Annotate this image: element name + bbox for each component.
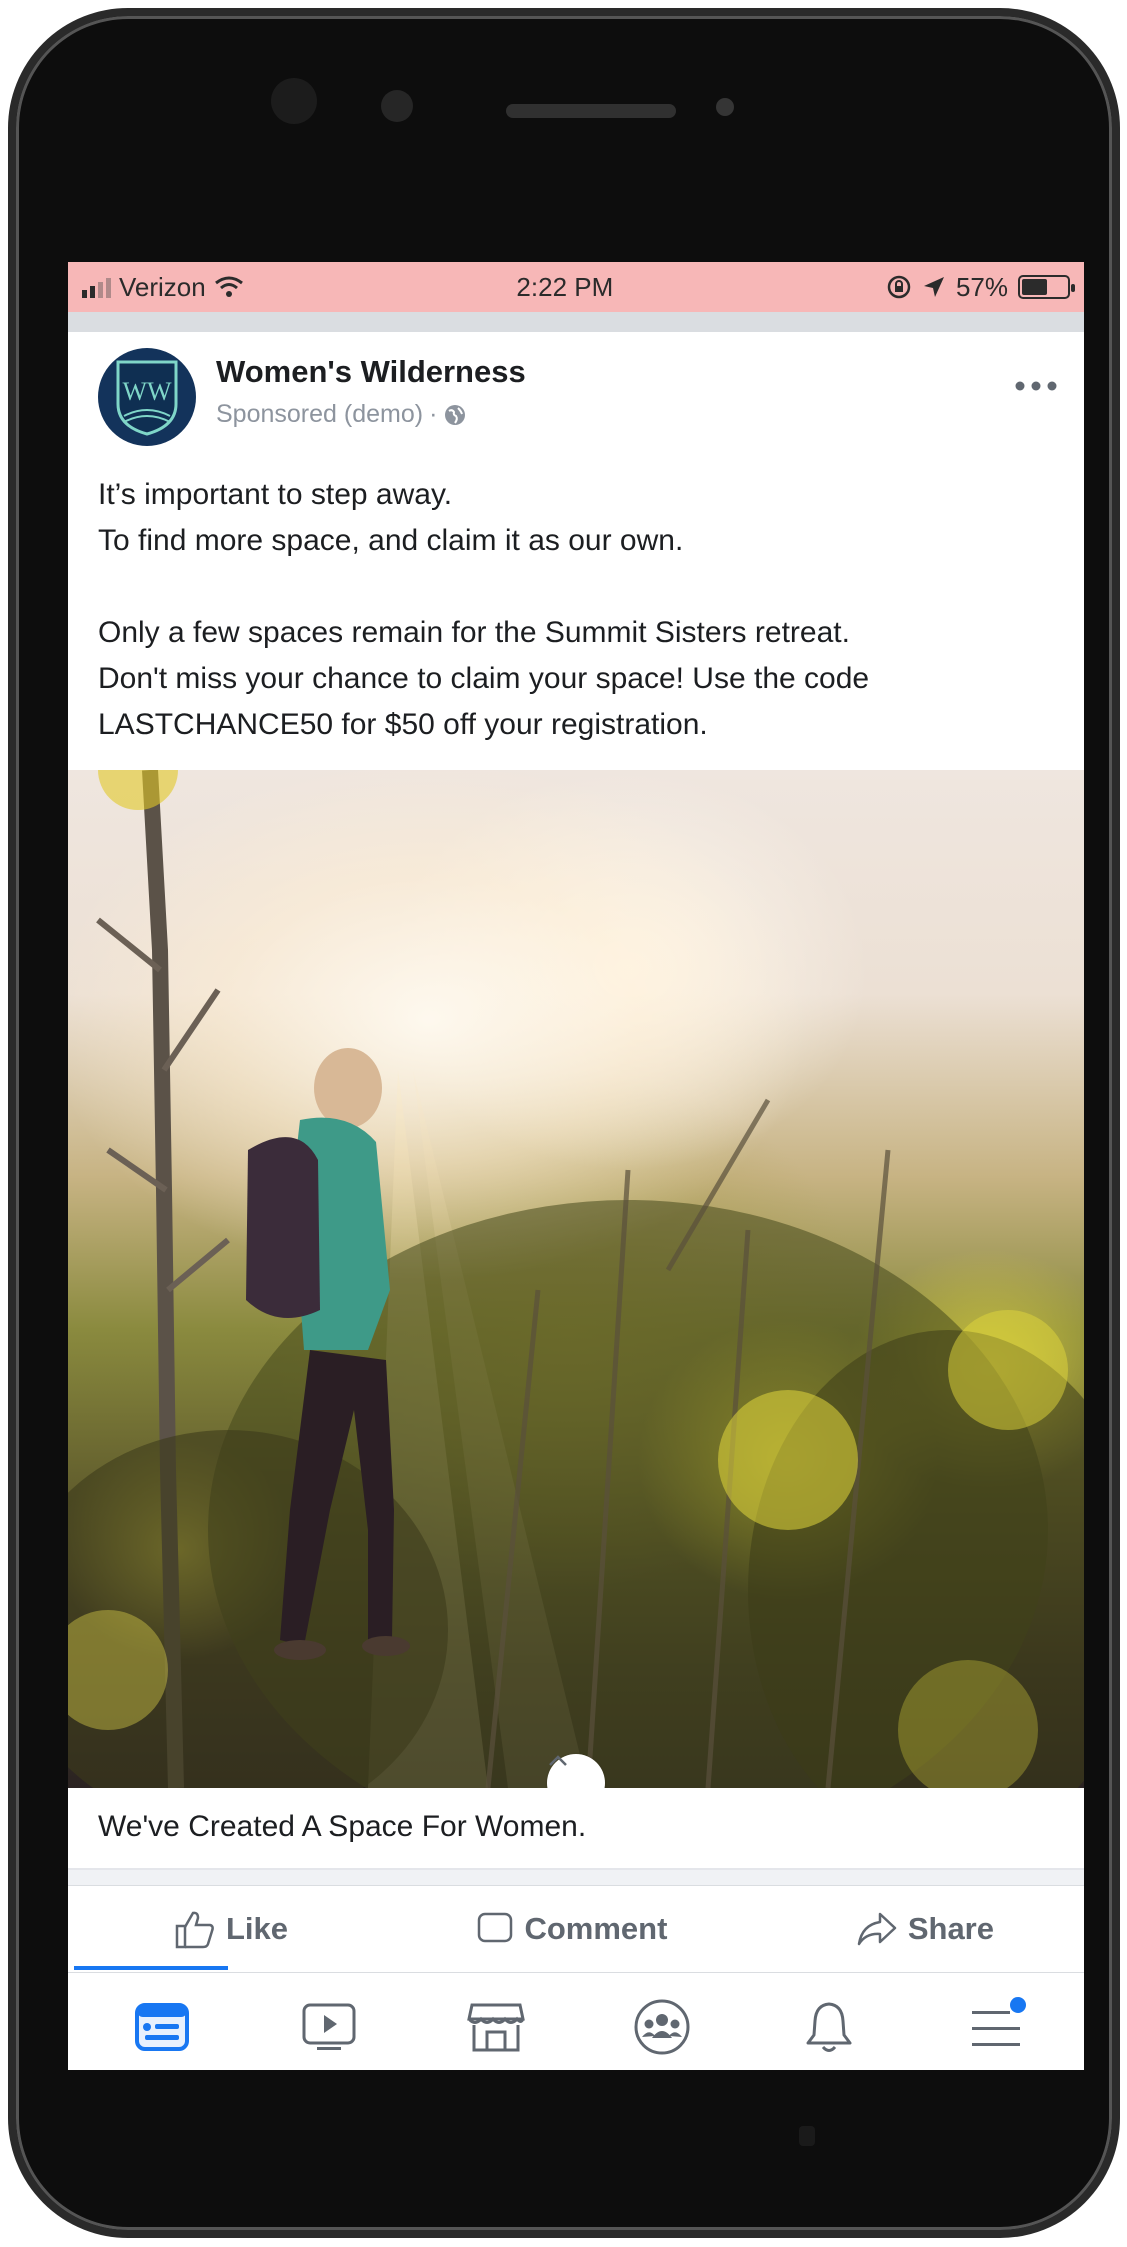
- status-time: 2:22 PM: [516, 271, 614, 302]
- page-name[interactable]: Women's Wilderness: [216, 354, 526, 390]
- carrier-name: Verizon: [119, 271, 206, 302]
- signal-strength-icon: [82, 276, 111, 298]
- globe-icon: [445, 404, 466, 425]
- tab-notifications[interactable]: [793, 1991, 865, 2063]
- post-photo[interactable]: [68, 770, 1084, 1788]
- status-left: Verizon: [82, 272, 244, 303]
- feed-separator: [68, 312, 1084, 332]
- meta-separator: ·: [429, 400, 438, 428]
- like-label: Like: [226, 1911, 289, 1946]
- sponsored-row: Sponsored (demo) ·: [216, 400, 526, 429]
- more-dots-icon: [1015, 381, 1057, 391]
- wifi-icon: [214, 276, 243, 297]
- active-tab-indicator: [74, 1966, 228, 1970]
- post-text-line: It’s important to step away.: [98, 478, 453, 511]
- thumbs-up-icon: [175, 1911, 214, 1949]
- status-right: 57%: [886, 271, 1075, 303]
- rotation-lock-icon: [887, 275, 911, 299]
- comment-icon: [478, 1912, 513, 1943]
- post-text-line: Don't miss your chance to claim your spa…: [98, 662, 870, 695]
- page-avatar[interactable]: WW: [98, 348, 196, 446]
- tab-news-feed[interactable]: [126, 1991, 198, 2063]
- post-text-line: To find more space, and claim it as our …: [98, 524, 684, 557]
- link-caption[interactable]: We've Created A Space For Women.: [68, 1788, 1084, 1870]
- bottom-tab-bar: [68, 1972, 1084, 2070]
- post-text-line: LASTCHANCE50 for $50 off your registrati…: [98, 708, 708, 741]
- post-text-line: Only a few spaces remain for the Summit …: [98, 616, 850, 649]
- battery-fill: [1021, 279, 1048, 295]
- share-button[interactable]: Share: [856, 1911, 994, 1947]
- marketplace-icon: [466, 2003, 525, 2051]
- page-meta: Women's Wilderness Sponsored (demo) ·: [216, 348, 526, 429]
- tab-marketplace[interactable]: [460, 1991, 532, 2063]
- comment-label: Comment: [524, 1911, 668, 1946]
- notifications-icon: [806, 2002, 852, 2052]
- post-header: WW Women's Wilderness Sponsored (demo) ·: [68, 332, 1084, 472]
- groups-icon: [634, 1999, 690, 2054]
- share-arrow-icon: [857, 1912, 897, 1946]
- proximity-sensor: [381, 90, 413, 122]
- battery-percent: 57%: [955, 271, 1008, 302]
- menu-notification-dot: [1009, 1996, 1026, 2013]
- status-bar: Verizon 2:22 PM 57%: [68, 262, 1084, 312]
- womens-wilderness-logo-icon: WW: [116, 360, 178, 436]
- chevron-up-icon: [549, 1755, 567, 1766]
- svg-text:WW: WW: [122, 377, 172, 406]
- location-arrow-icon: [923, 277, 944, 297]
- more-options-button[interactable]: [1014, 362, 1058, 401]
- battery-icon: [1017, 275, 1075, 299]
- tab-menu[interactable]: [960, 1991, 1032, 2063]
- front-camera: [271, 78, 317, 124]
- earpiece-speaker: [506, 104, 676, 118]
- news-feed-icon: [135, 2002, 189, 2051]
- phone-bottom-mark: [799, 2126, 815, 2146]
- sponsored-label[interactable]: Sponsored (demo): [216, 400, 423, 429]
- comment-button[interactable]: Comment: [476, 1911, 667, 1947]
- caption-separator: [68, 1870, 1084, 1886]
- watch-icon: [302, 2003, 356, 2050]
- tab-groups[interactable]: [626, 1991, 698, 2063]
- share-label: Share: [907, 1911, 994, 1946]
- photo-scene: [68, 770, 1084, 1788]
- post-text: It’s important to step away. To find mor…: [68, 472, 1084, 748]
- tab-watch[interactable]: [293, 1991, 365, 2063]
- post-actions: Like Comment Share: [68, 1886, 1084, 1972]
- sensor-dot: [716, 98, 734, 116]
- phone-screen: Verizon 2:22 PM 57% WW Women's Wildernes…: [68, 262, 1084, 2070]
- like-button[interactable]: Like: [174, 1909, 288, 1949]
